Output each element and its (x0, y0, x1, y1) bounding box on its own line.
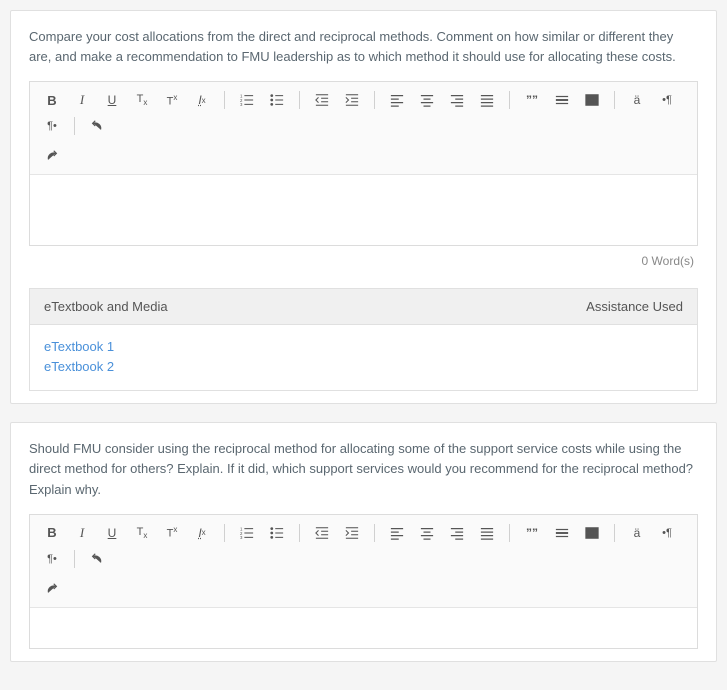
ltr-button[interactable]: •¶ (653, 521, 681, 545)
underline-button[interactable]: U (98, 521, 126, 545)
unordered-list-button[interactable] (263, 521, 291, 545)
align-justify-button[interactable] (473, 88, 501, 112)
italic-button[interactable]: I (68, 521, 96, 545)
clear-format-button[interactable]: Ix (188, 521, 216, 545)
separator (374, 91, 375, 109)
separator (224, 91, 225, 109)
editor-toolbar: B I U Tx Tx Ix 123 (30, 82, 697, 175)
svg-text:3: 3 (240, 102, 243, 107)
special-char-button[interactable]: ä (623, 88, 651, 112)
separator (509, 524, 510, 542)
assistance-used-label: Assistance Used (586, 299, 683, 314)
separator (299, 524, 300, 542)
separator (614, 91, 615, 109)
indent-button[interactable] (338, 88, 366, 112)
rich-editor: B I U Tx Tx Ix 123 (29, 81, 698, 246)
ltr-button[interactable]: •¶ (653, 88, 681, 112)
etextbook-link-2[interactable]: eTextbook 2 (44, 357, 683, 377)
special-char-button[interactable]: ä (623, 521, 651, 545)
align-justify-button[interactable] (473, 521, 501, 545)
word-count: 0 Word(s) (29, 246, 698, 268)
editor-textarea[interactable] (30, 175, 697, 245)
rtl-button[interactable]: ¶• (38, 114, 66, 138)
align-right-button[interactable] (443, 521, 471, 545)
separator (509, 91, 510, 109)
outdent-button[interactable] (308, 521, 336, 545)
separator (74, 550, 75, 568)
etextbook-body: eTextbook 1 eTextbook 2 (29, 325, 698, 391)
redo-button[interactable] (38, 144, 66, 168)
redo-button[interactable] (38, 577, 66, 601)
italic-button[interactable]: I (68, 88, 96, 112)
separator (614, 524, 615, 542)
etextbook-header[interactable]: eTextbook and Media Assistance Used (29, 288, 698, 325)
horizontal-rule-button[interactable] (548, 521, 576, 545)
ordered-list-button[interactable]: 123 (233, 521, 261, 545)
separator (374, 524, 375, 542)
align-left-button[interactable] (383, 521, 411, 545)
unordered-list-button[interactable] (263, 88, 291, 112)
subscript-button[interactable]: Tx (128, 521, 156, 545)
table-button[interactable] (578, 88, 606, 112)
superscript-button[interactable]: Tx (158, 521, 186, 545)
outdent-button[interactable] (308, 88, 336, 112)
superscript-button[interactable]: Tx (158, 88, 186, 112)
align-left-button[interactable] (383, 88, 411, 112)
undo-button[interactable] (83, 547, 111, 571)
blockquote-button[interactable]: ”” (518, 88, 546, 112)
underline-button[interactable]: U (98, 88, 126, 112)
clear-format-button[interactable]: Ix (188, 88, 216, 112)
align-right-button[interactable] (443, 88, 471, 112)
editor-textarea[interactable] (30, 608, 697, 648)
align-center-button[interactable] (413, 88, 441, 112)
question-panel-2: Should FMU consider using the reciprocal… (10, 422, 717, 661)
separator (299, 91, 300, 109)
etextbook-link-1[interactable]: eTextbook 1 (44, 337, 683, 357)
horizontal-rule-button[interactable] (548, 88, 576, 112)
svg-text:3: 3 (240, 535, 243, 540)
bold-button[interactable]: B (38, 88, 66, 112)
ordered-list-button[interactable]: 123 (233, 88, 261, 112)
etextbook-title: eTextbook and Media (44, 299, 168, 314)
align-center-button[interactable] (413, 521, 441, 545)
blockquote-button[interactable]: ”” (518, 521, 546, 545)
separator (224, 524, 225, 542)
indent-button[interactable] (338, 521, 366, 545)
editor-toolbar: B I U Tx Tx Ix 123 (30, 515, 697, 608)
bold-button[interactable]: B (38, 521, 66, 545)
table-button[interactable] (578, 521, 606, 545)
rtl-button[interactable]: ¶• (38, 547, 66, 571)
subscript-button[interactable]: Tx (128, 88, 156, 112)
rich-editor: B I U Tx Tx Ix 123 (29, 514, 698, 649)
undo-button[interactable] (83, 114, 111, 138)
question-prompt: Should FMU consider using the reciprocal… (29, 439, 698, 499)
separator (74, 117, 75, 135)
question-prompt: Compare your cost allocations from the d… (29, 27, 698, 67)
question-panel-1: Compare your cost allocations from the d… (10, 10, 717, 404)
